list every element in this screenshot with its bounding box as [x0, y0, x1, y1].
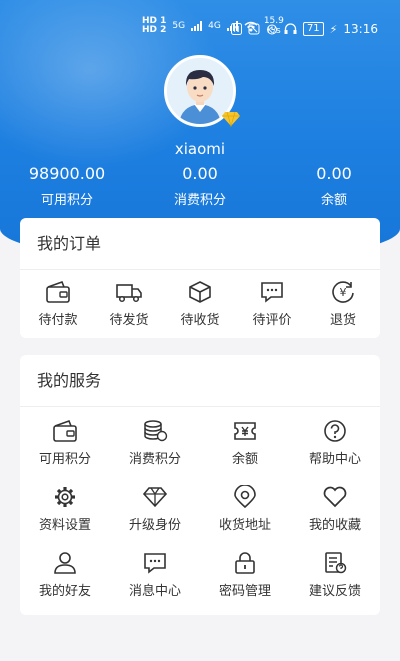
gear-icon	[55, 487, 75, 507]
order-refund[interactable]: ¥ 退货	[307, 280, 379, 328]
service-balance[interactable]: 余额	[200, 419, 290, 467]
wallet-icon	[46, 280, 70, 303]
charging-icon: ⚡	[329, 22, 338, 36]
feedback-icon	[325, 552, 347, 574]
stat-value: 0.00	[316, 164, 352, 183]
orders-row: 待付款 待发货 待收货 待评价 ¥ 退货	[20, 270, 380, 338]
order-label: 待付款	[38, 313, 78, 328]
username: xiaomi	[174, 140, 226, 158]
service-help-center[interactable]: 帮助中心	[290, 419, 380, 467]
alarm-icon	[266, 24, 277, 35]
service-feedback[interactable]: 建议反馈	[290, 551, 380, 599]
services-grid: 可用积分 消费积分 余额 帮助中心 资料设置 升级身份 收货地址 我的收藏 我的…	[20, 407, 380, 613]
status-right: N 71 ⚡ 13:16	[230, 22, 378, 36]
orders-card: 我的订单 待付款 待发货 待收货 待评价 ¥ 退货	[20, 218, 380, 338]
svg-text:¥: ¥	[340, 286, 347, 299]
order-pending-payment[interactable]: 待付款	[22, 280, 94, 328]
services-card: 我的服务 可用积分 消费积分 余额 帮助中心 资料设置 升级身份 收货地址 我的…	[20, 355, 380, 615]
service-label: 我的好友	[38, 584, 91, 599]
package-icon	[189, 281, 211, 303]
comment-icon	[261, 282, 283, 303]
service-consumed-points[interactable]: 消费积分	[110, 419, 200, 467]
service-label: 密码管理	[218, 584, 271, 599]
service-message-center[interactable]: 消息中心	[110, 551, 200, 599]
hd-indicators: HD 1 HD 2	[142, 17, 166, 35]
help-icon	[324, 420, 346, 442]
service-label: 余额	[231, 452, 258, 467]
lock-icon	[235, 552, 255, 574]
services-title: 我的服务	[20, 355, 380, 407]
signal-icon	[191, 21, 203, 31]
stat-value: 98900.00	[28, 164, 106, 183]
truck-icon	[116, 284, 142, 303]
service-available-points[interactable]: 可用积分	[20, 419, 110, 467]
heart-icon	[323, 486, 347, 508]
status-bar: HD 1 HD 2 5G 4G 15.9 K/s N 71 ⚡ 13:16	[0, 0, 400, 40]
service-label: 帮助中心	[308, 452, 361, 467]
stat-label: 可用积分	[40, 193, 93, 208]
refund-icon: ¥	[332, 281, 354, 303]
mute-icon	[248, 23, 260, 35]
service-label: 升级身份	[128, 518, 181, 533]
service-label: 建议反馈	[308, 584, 361, 599]
order-label: 待收货	[180, 313, 220, 328]
net1-label: 5G	[172, 21, 186, 31]
hd2-label: HD 2	[142, 25, 167, 35]
wallet-icon	[53, 419, 77, 442]
diamond-icon	[142, 487, 168, 508]
stat-value: 0.00	[182, 164, 218, 183]
order-label: 退货	[329, 313, 356, 328]
order-pending-receipt[interactable]: 待收货	[164, 280, 236, 328]
service-upgrade-identity[interactable]: 升级身份	[110, 485, 200, 533]
message-icon	[144, 553, 166, 574]
service-friends[interactable]: 我的好友	[20, 551, 110, 599]
coins-icon	[144, 420, 168, 442]
service-label: 消费积分	[128, 452, 181, 467]
user-icon	[54, 552, 76, 574]
service-shipping-address[interactable]: 收货地址	[200, 485, 290, 533]
order-pending-review[interactable]: 待评价	[236, 280, 308, 328]
stat-label: 余额	[320, 193, 347, 208]
battery-icon: 71	[302, 22, 324, 36]
order-pending-shipment[interactable]: 待发货	[93, 280, 165, 328]
stat-available-points[interactable]: 98900.00 可用积分	[7, 164, 127, 208]
service-label: 收货地址	[218, 518, 271, 533]
nfc-icon: N	[230, 23, 242, 35]
service-label: 消息中心	[128, 584, 181, 599]
location-icon	[234, 485, 256, 509]
stat-consumed-points[interactable]: 0.00 消费积分	[140, 164, 260, 208]
service-label: 我的收藏	[308, 518, 361, 533]
service-password-management[interactable]: 密码管理	[200, 551, 290, 599]
svg-text:N: N	[233, 25, 239, 34]
orders-title: 我的订单	[20, 218, 380, 270]
order-label: 待评价	[252, 313, 292, 328]
net2-label: 4G	[208, 21, 221, 31]
stat-label: 消费积分	[173, 193, 226, 208]
clock-time: 13:16	[343, 22, 378, 36]
stat-balance[interactable]: 0.00 余额	[274, 164, 394, 208]
service-label: 资料设置	[38, 518, 91, 533]
service-favorites[interactable]: 我的收藏	[290, 485, 380, 533]
headphone-icon	[284, 23, 297, 34]
vip-badge-icon	[222, 111, 240, 127]
service-label: 可用积分	[38, 452, 91, 467]
stats-bar: 98900.00 可用积分 0.00 消费积分 0.00 余额	[0, 164, 400, 210]
yuan-ticket-icon	[234, 422, 256, 440]
order-label: 待发货	[109, 313, 149, 328]
service-profile-settings[interactable]: 资料设置	[20, 485, 110, 533]
